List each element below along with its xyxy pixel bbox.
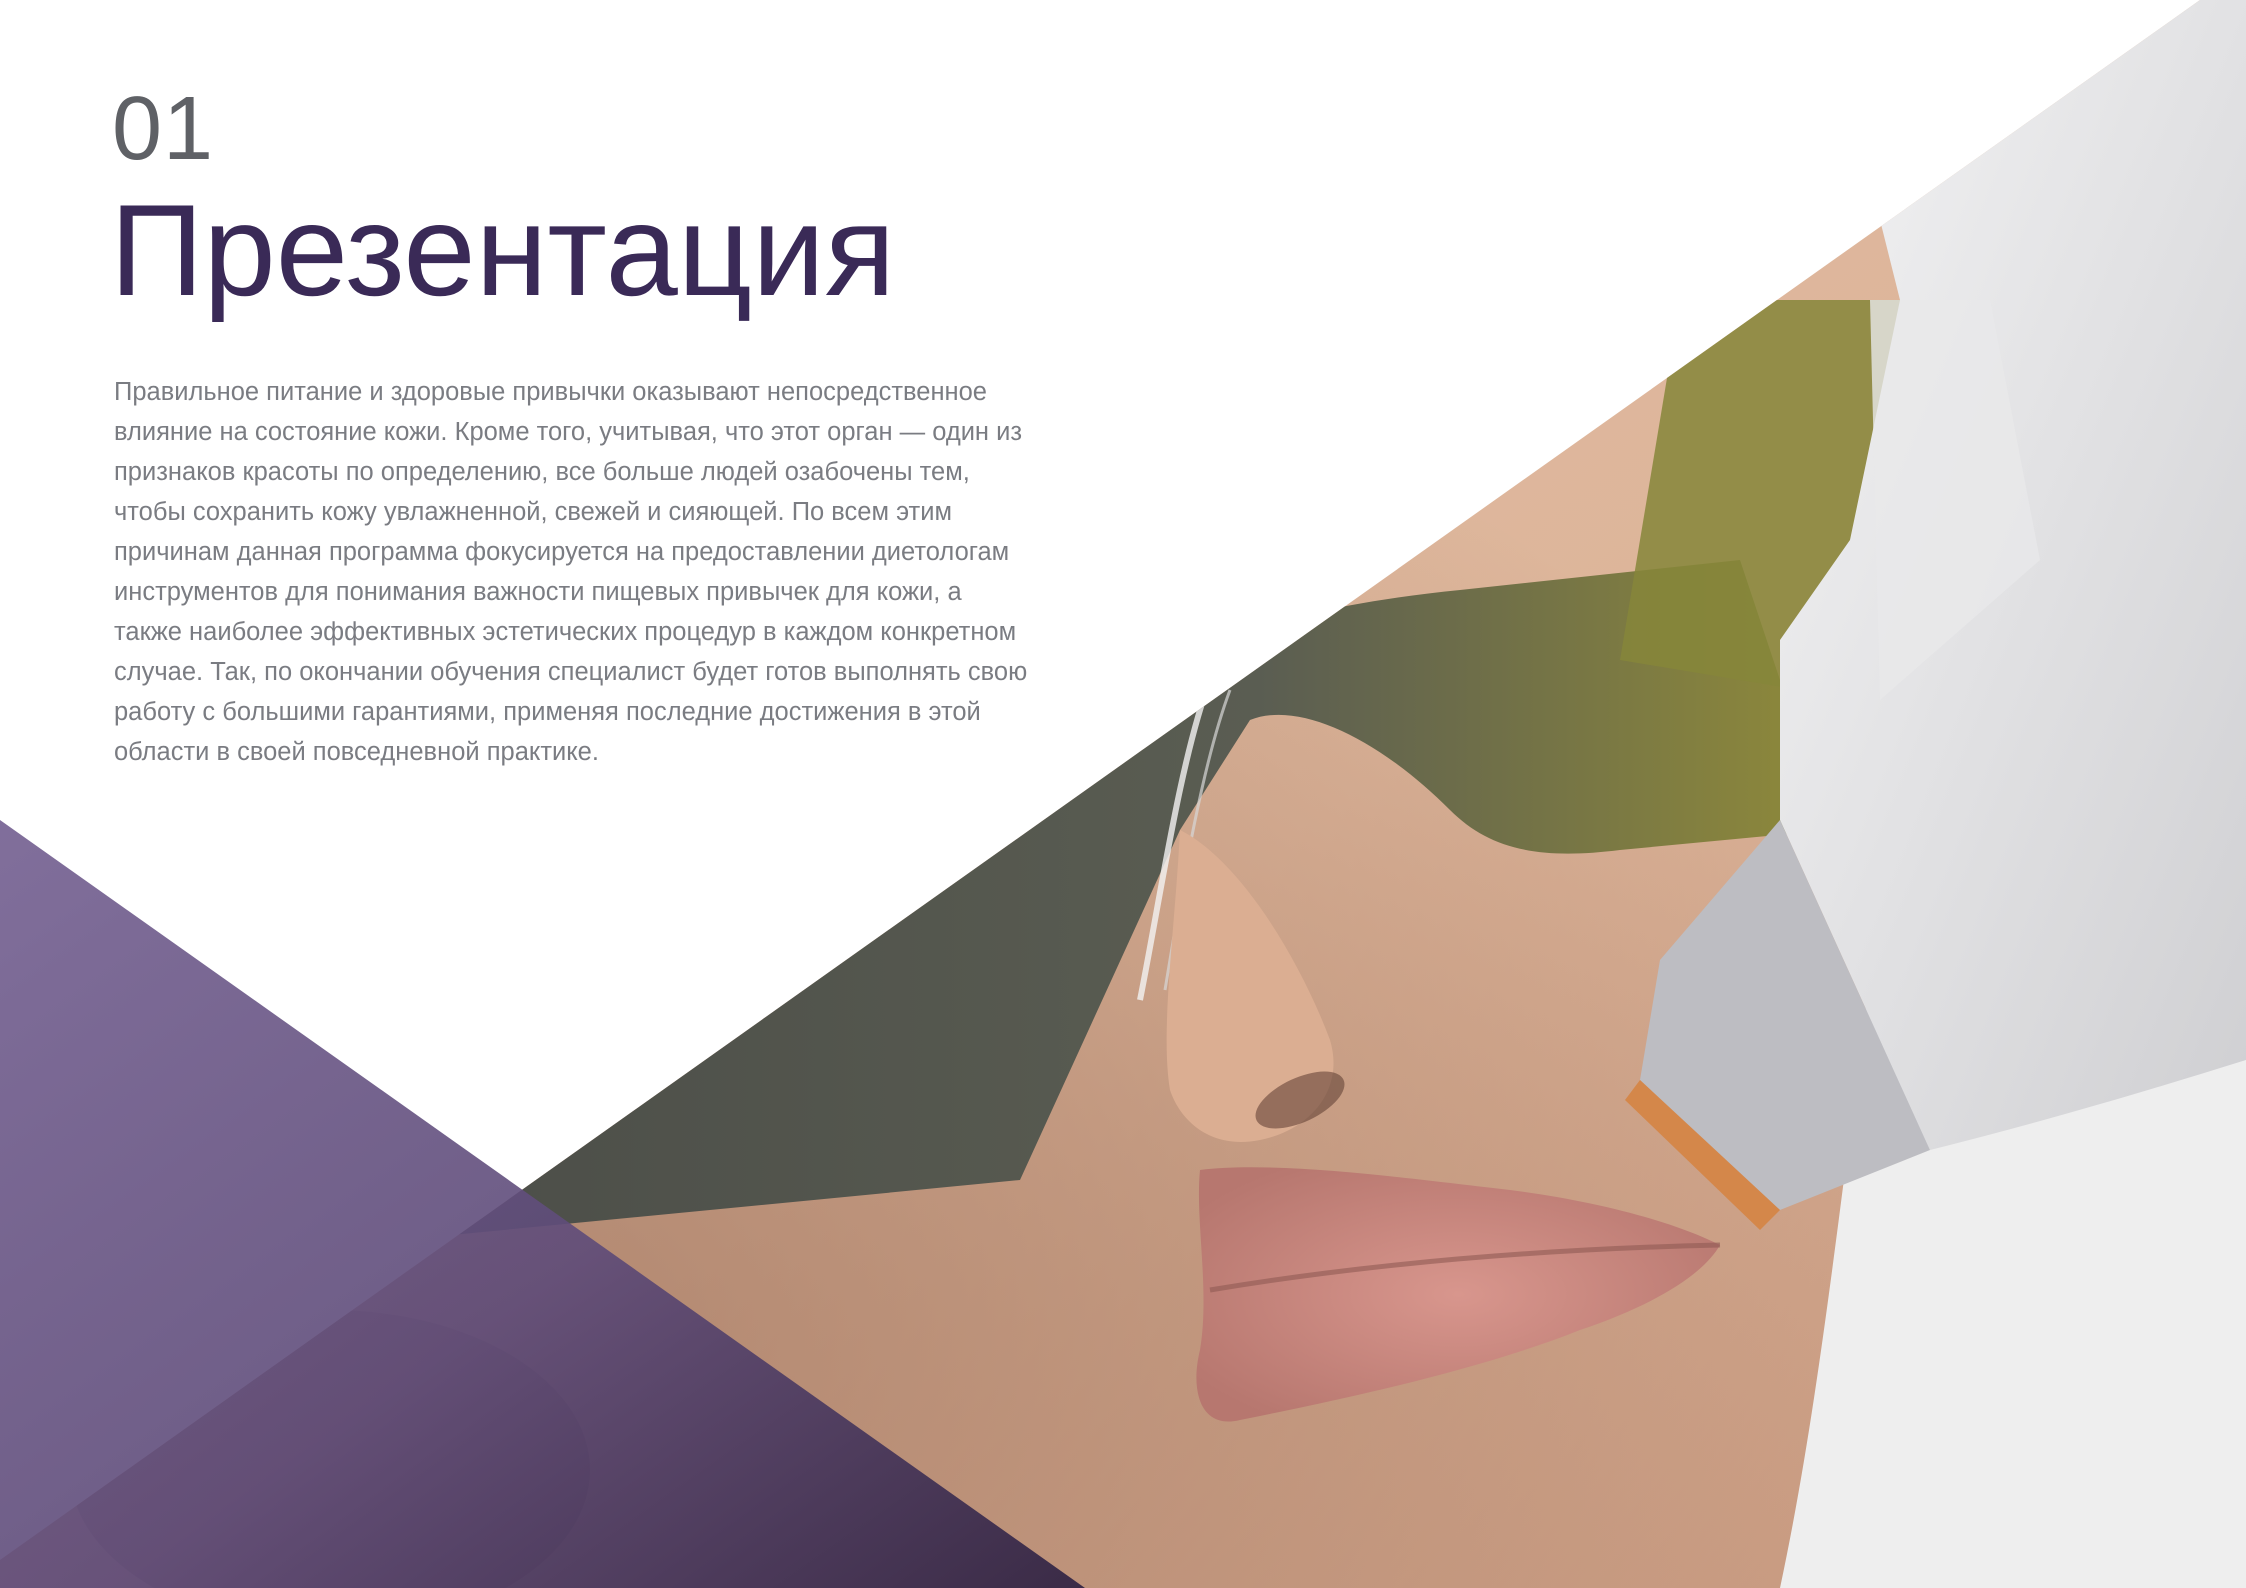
intro-paragraph: Правильное питание и здоровые привычки о… bbox=[114, 378, 1028, 766]
presentation-page: 01 Презентация Правильное питание и здор… bbox=[0, 0, 2246, 1588]
page-title: Презентация bbox=[110, 177, 896, 323]
section-number: 01 bbox=[112, 79, 215, 179]
